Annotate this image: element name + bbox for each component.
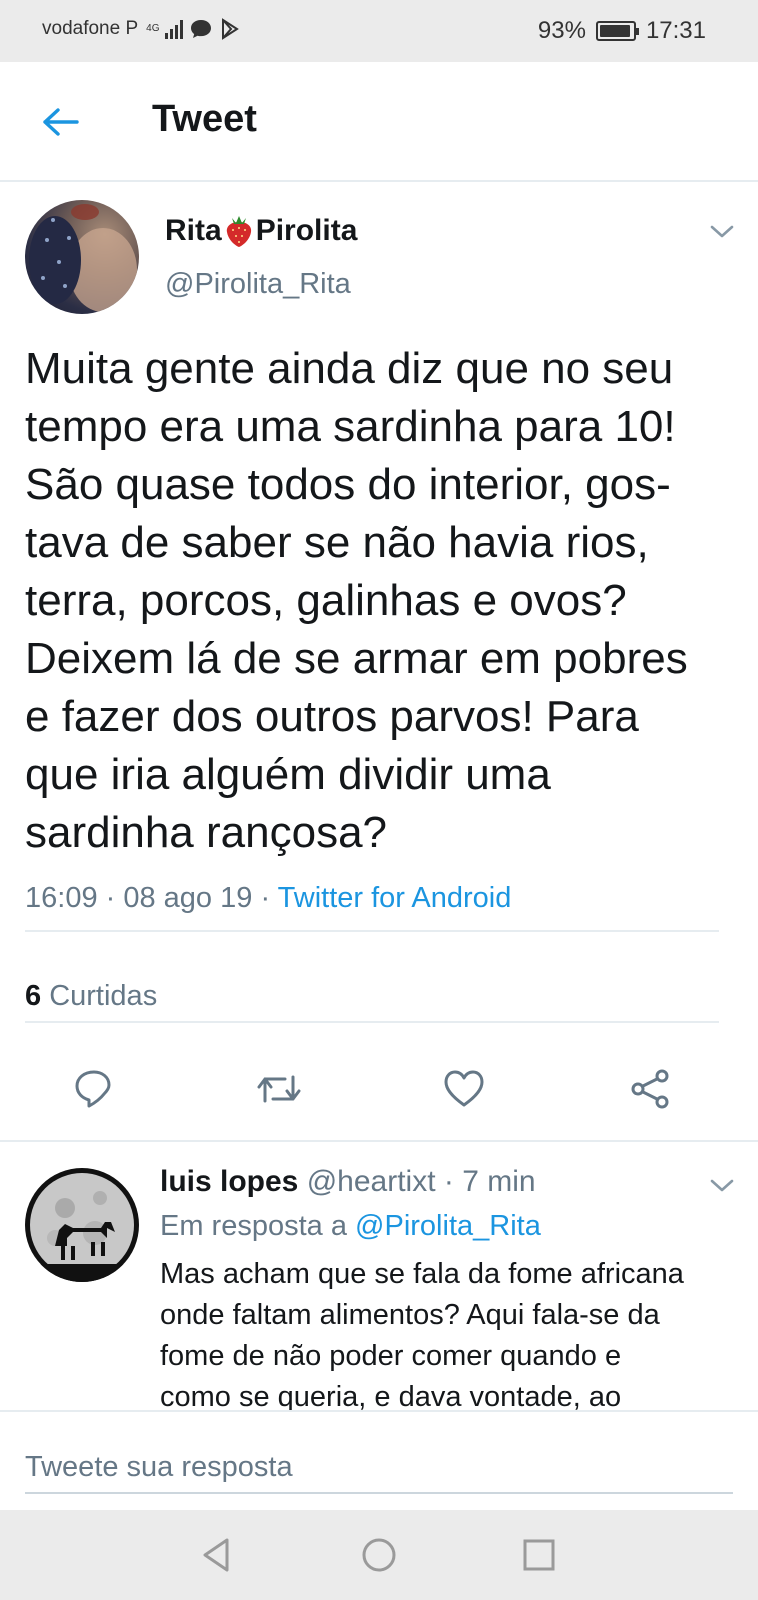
share-icon	[631, 1069, 669, 1109]
divider	[25, 1021, 719, 1023]
tweet-text: Muita gente ainda diz que no seu tempo e…	[25, 344, 688, 857]
reply-text: Mas acham que se fala da fome africana o…	[160, 1258, 684, 1410]
avatar-image	[25, 1173, 139, 1282]
reply-mention-link[interactable]: @Pirolita_Rita	[355, 1210, 541, 1242]
reply-input[interactable]	[25, 1442, 733, 1494]
likes-count-link[interactable]: 6 Curtidas	[25, 980, 157, 1013]
battery-icon	[595, 21, 639, 41]
status-left: vodafone P 4G	[42, 18, 241, 40]
retweet-icon	[257, 1075, 301, 1103]
battery-percent: 93%	[537, 17, 586, 44]
tweet-date: 08 ago 19	[123, 882, 253, 914]
author-name[interactable]: Rita Pirolita	[165, 214, 357, 248]
battery-fill	[599, 25, 630, 37]
nav-home-button[interactable]	[354, 1530, 404, 1580]
strawberry-icon	[224, 214, 254, 248]
section-divider	[0, 1140, 758, 1142]
message-icon	[191, 20, 212, 38]
play-store-icon	[222, 18, 240, 40]
reply-button[interactable]	[70, 1065, 118, 1113]
tweet-meta: 16:09 · 08 ago 19 · Twitter for Android	[25, 882, 512, 914]
clock: 17:31	[645, 17, 706, 44]
arrow-left-icon	[43, 108, 79, 136]
chevron-down-icon	[710, 225, 734, 238]
reply-age: 7 min	[462, 1165, 536, 1198]
avatar-image	[29, 204, 137, 312]
tweet-menu-button[interactable]	[707, 216, 737, 246]
heart-icon	[444, 1070, 484, 1107]
reply-author-avatar[interactable]	[25, 1168, 139, 1282]
compose-bar	[0, 1410, 758, 1510]
app-header: Tweet	[0, 62, 758, 182]
nav-recents-button[interactable]	[514, 1530, 564, 1580]
reply-context: Em resposta a @Pirolita_Rita	[160, 1210, 541, 1243]
system-nav-bar	[0, 1510, 758, 1600]
author-name-part2: Pirolita	[255, 214, 358, 247]
speech-bubble-icon	[75, 1070, 111, 1108]
status-right: 93% 17:31	[538, 17, 706, 45]
like-button[interactable]	[440, 1065, 488, 1113]
tweet-actions	[0, 1065, 758, 1125]
signal-icon	[165, 19, 184, 39]
tweet-source-link[interactable]: Twitter for Android	[278, 882, 512, 914]
tweet-time: 16:09	[25, 882, 98, 914]
author-handle[interactable]: @Pirolita_Rita	[165, 268, 351, 301]
retweet-button[interactable]	[255, 1065, 303, 1113]
reply-author-name[interactable]: luis lopes	[160, 1165, 298, 1198]
chevron-down-icon	[710, 1179, 734, 1192]
nav-back-button[interactable]	[192, 1530, 242, 1580]
triangle-back-icon	[203, 1538, 229, 1572]
share-button[interactable]	[626, 1065, 674, 1113]
reply-author-handle[interactable]: @heartixt	[307, 1165, 436, 1198]
back-button[interactable]	[38, 100, 82, 144]
network-type: 4G	[146, 23, 160, 34]
square-recents-icon	[523, 1539, 555, 1571]
reply-header: luis lopes @heartixt · 7 min	[160, 1165, 536, 1198]
likes-label: Curtidas	[49, 980, 158, 1012]
divider	[25, 930, 719, 932]
likes-number: 6	[25, 980, 42, 1012]
reply-prefix: Em resposta a	[160, 1210, 347, 1242]
carrier-label: vodafone P	[42, 18, 139, 39]
page-title: Tweet	[152, 98, 257, 140]
circle-home-icon	[362, 1538, 396, 1572]
status-bar: vodafone P 4G 93% 17:31	[0, 0, 758, 62]
author-name-part1: Rita	[165, 214, 222, 247]
author-avatar[interactable]	[25, 200, 139, 314]
reply-menu-button[interactable]	[707, 1170, 737, 1200]
